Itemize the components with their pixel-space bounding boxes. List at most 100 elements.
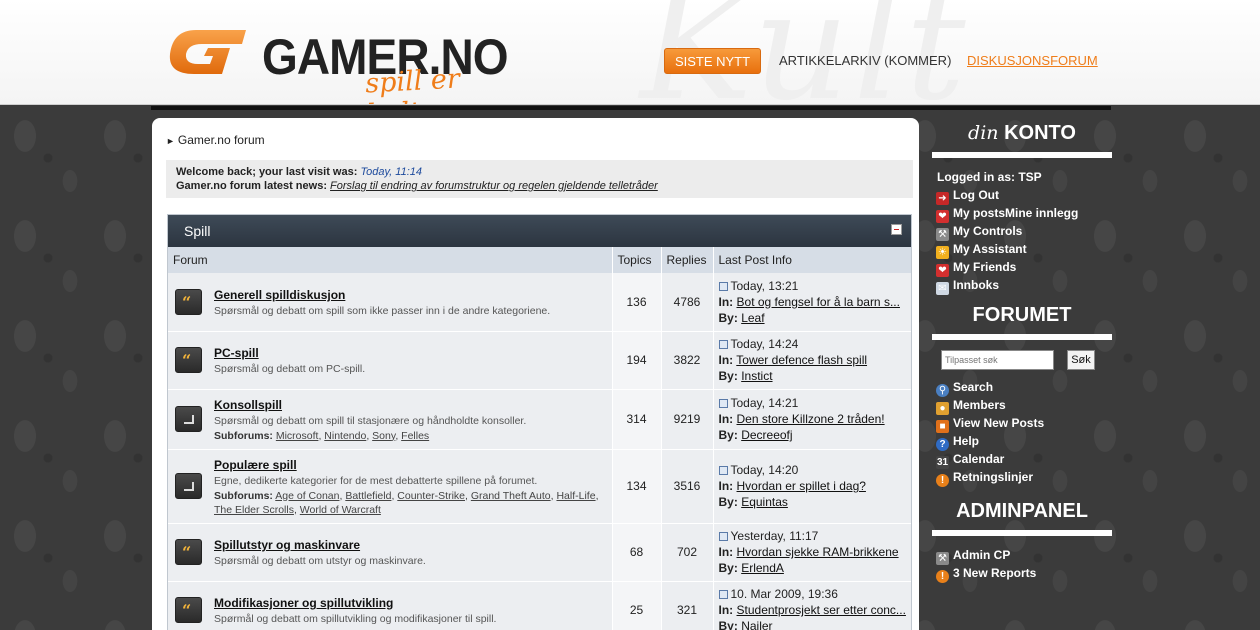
topics-count: 314 [612,389,662,450]
replies-count: 3822 [661,331,714,390]
collapse-icon[interactable] [891,224,902,235]
forum-menu: ⚲ Search ● Members ■ View New Posts? Help 31 Cal… [932,378,1112,487]
last-post-icon[interactable] [718,340,728,349]
last-post-topic-link[interactable]: Hvordan sjekke RAM-brikkene [737,545,899,559]
replies-count: 4786 [661,273,714,332]
subforum-link[interactable]: Half-Life [556,490,595,502]
last-post-topic-link[interactable]: Bot og fengsel for å la barn s... [737,295,900,309]
forum-cell: Populære spill Egne, dedikerte kategorier… [168,449,613,524]
sidebar-item-log-out[interactable]: ➜ Log Out [932,186,1112,205]
breadcrumb-home-link[interactable]: Gamer.no forum [178,133,265,147]
last-post-date: Yesterday, 11:17 [730,529,819,543]
nav-diskusjonsforum-link[interactable]: DISKUSJONSFORUM [967,48,1098,74]
sidebar-item-retningslinjer[interactable]: ! Retningslinjer [932,468,1112,487]
forum-title-link[interactable]: PC-spill [214,346,259,360]
sidebar-item-admin-cp[interactable]: ⚒ Admin CP [932,546,1112,565]
adminpanel-title: ADMINPANEL [956,500,1088,522]
new-posts-icon: “ [175,347,202,373]
site-logo[interactable]: GAMER.NO spill er kultur [166,26,536,104]
last-post-in-label: In: [718,412,734,426]
last-post-topic-link[interactable]: Tower defence flash spill [736,353,867,367]
subforum-link[interactable]: Felles [401,430,429,442]
sidebar: din KONTO Logged in as: TSP ➜ Log Out ❤ My … [932,118,1112,583]
last-post-topic-link[interactable]: Hvordan er spillet i dag? [737,479,866,493]
sidebar-item-label: Admin CP [953,548,1011,562]
new-posts-icon: “ [175,288,202,315]
subforum-link[interactable]: Sony [372,430,395,442]
last-post-date: Today, 13:21 [730,278,799,293]
sidebar-item-my-postsmine-innlegg[interactable]: ❤ My postsMine innlegg [932,204,1112,223]
last-post-by-label: By: [718,310,738,325]
subforum-link[interactable]: Microsoft [276,430,319,442]
topics-count: 136 [612,273,662,332]
last-post-icon[interactable] [718,466,728,475]
last-post-cell: 10. Mar 2009, 19:36 In: Studentprosjekt s… [713,581,911,630]
sidebar-item-search[interactable]: ⚲ Search [932,378,1112,397]
subforum-link[interactable]: Age of Conan [275,490,339,502]
sidebar-item-my-assistant[interactable]: ☀ My Assistant [932,240,1112,259]
news-label: Gamer.no forum latest news: [176,180,327,192]
forum-title-link[interactable]: Modifikasjoner og spillutvikling [214,596,393,610]
sidebar-item-members[interactable]: ● Members [932,396,1112,415]
last-post-icon[interactable] [718,590,728,599]
last-post-by-label: By: [718,619,738,630]
subforum-link[interactable]: World of Warcraft [300,504,381,516]
forum-title-link[interactable]: Generell spilldiskusjon [214,288,345,302]
sidebar-item-my-controls[interactable]: ⚒ My Controls [932,222,1112,241]
topics-count: 134 [612,449,662,524]
search-input[interactable] [941,350,1054,370]
subforum-link[interactable]: Counter-Strike [397,490,465,502]
nav-artikkelarkiv-link[interactable]: ARTIKKELARKIV (KOMMER) [779,48,951,74]
last-post-date: Today, 14:20 [730,463,799,477]
last-post-author-link[interactable]: Decreeofj [741,428,792,442]
last-post-topic-link[interactable]: Studentprosjekt ser etter conc... [737,603,906,617]
last-post-in-label: In: [718,294,734,309]
last-post-icon[interactable] [718,281,728,291]
breadcrumb-arrow-icon: ► [166,136,175,146]
sidebar-item-calendar[interactable]: 31 Calendar [932,450,1112,469]
subforum-link[interactable]: Grand Theft Auto [471,490,551,502]
sidebar-item-label: My postsMine innlegg [953,206,1079,220]
last-post-icon[interactable] [718,399,728,408]
sidebar-item-innboks[interactable]: ✉ Innboks [932,276,1112,295]
forum-row: Populære spill Egne, dedikerte kategorier… [168,449,911,524]
nav-siste-nytt-button[interactable]: SISTE NYTT [664,48,761,74]
last-post-author-link[interactable]: Equintas [741,495,788,509]
sidebar-item-3-new-reports[interactable]: ! 3 New Reports [932,564,1112,583]
forum-cell: “ Spillutstyr og maskinvare Spørsmål og de… [168,523,613,582]
breadcrumb: ► Gamer.no forum [166,133,265,147]
last-post-author-link[interactable]: Instict [741,369,772,383]
sidebar-item-help[interactable]: ? Help [932,432,1112,451]
alert-icon: ! [936,570,949,583]
last-post-by-label: By: [718,369,738,383]
forum-title-link[interactable]: Spillutstyr og maskinvare [214,538,360,552]
sidebar-item-label: Calendar [953,452,1005,466]
subforum-link[interactable]: The Elder Scrolls [214,504,294,516]
sidebar-item-my-friends[interactable]: ❤ My Friends [932,258,1112,277]
subforums-label: Subforums: [214,489,273,502]
last-post-author-link[interactable]: Leaf [741,311,764,325]
last-post-author-link[interactable]: Nailer [741,619,772,630]
last-post-icon[interactable] [718,532,728,541]
sidebar-item-label: My Friends [953,260,1017,274]
search-row: Søk [932,350,1112,378]
last-post-topic-link[interactable]: Den store Killzone 2 tråden! [737,412,885,426]
col-header-replies: Replies [661,247,714,273]
forum-cell: “ Modifikasjoner og spillutvikling Spørmål… [168,581,613,630]
replies-count: 702 [661,523,714,582]
konto-title-main: KONTO [1004,122,1076,144]
last-post-in-label: In: [718,353,734,367]
subforum-link[interactable]: Nintendo [324,430,366,442]
topics-count: 194 [612,331,662,390]
forum-title-link[interactable]: Konsollspill [214,398,282,412]
sidebar-item-view-new-posts[interactable]: ■ View New Posts [932,414,1112,433]
forum-title-link[interactable]: Populære spill [214,458,297,472]
col-header-topics: Topics [612,247,662,273]
latest-news-link[interactable]: Forslag til endring av forumstruktur og … [330,180,658,192]
last-post-by-label: By: [718,561,738,575]
category-title[interactable]: Spill [184,223,210,239]
last-post-author-link[interactable]: ErlendA [741,561,784,575]
search-button[interactable]: Søk [1067,350,1095,370]
subforum-link[interactable]: Battlefield [345,490,391,502]
welcome-box: Welcome back; your last visit was: Today… [166,160,913,198]
